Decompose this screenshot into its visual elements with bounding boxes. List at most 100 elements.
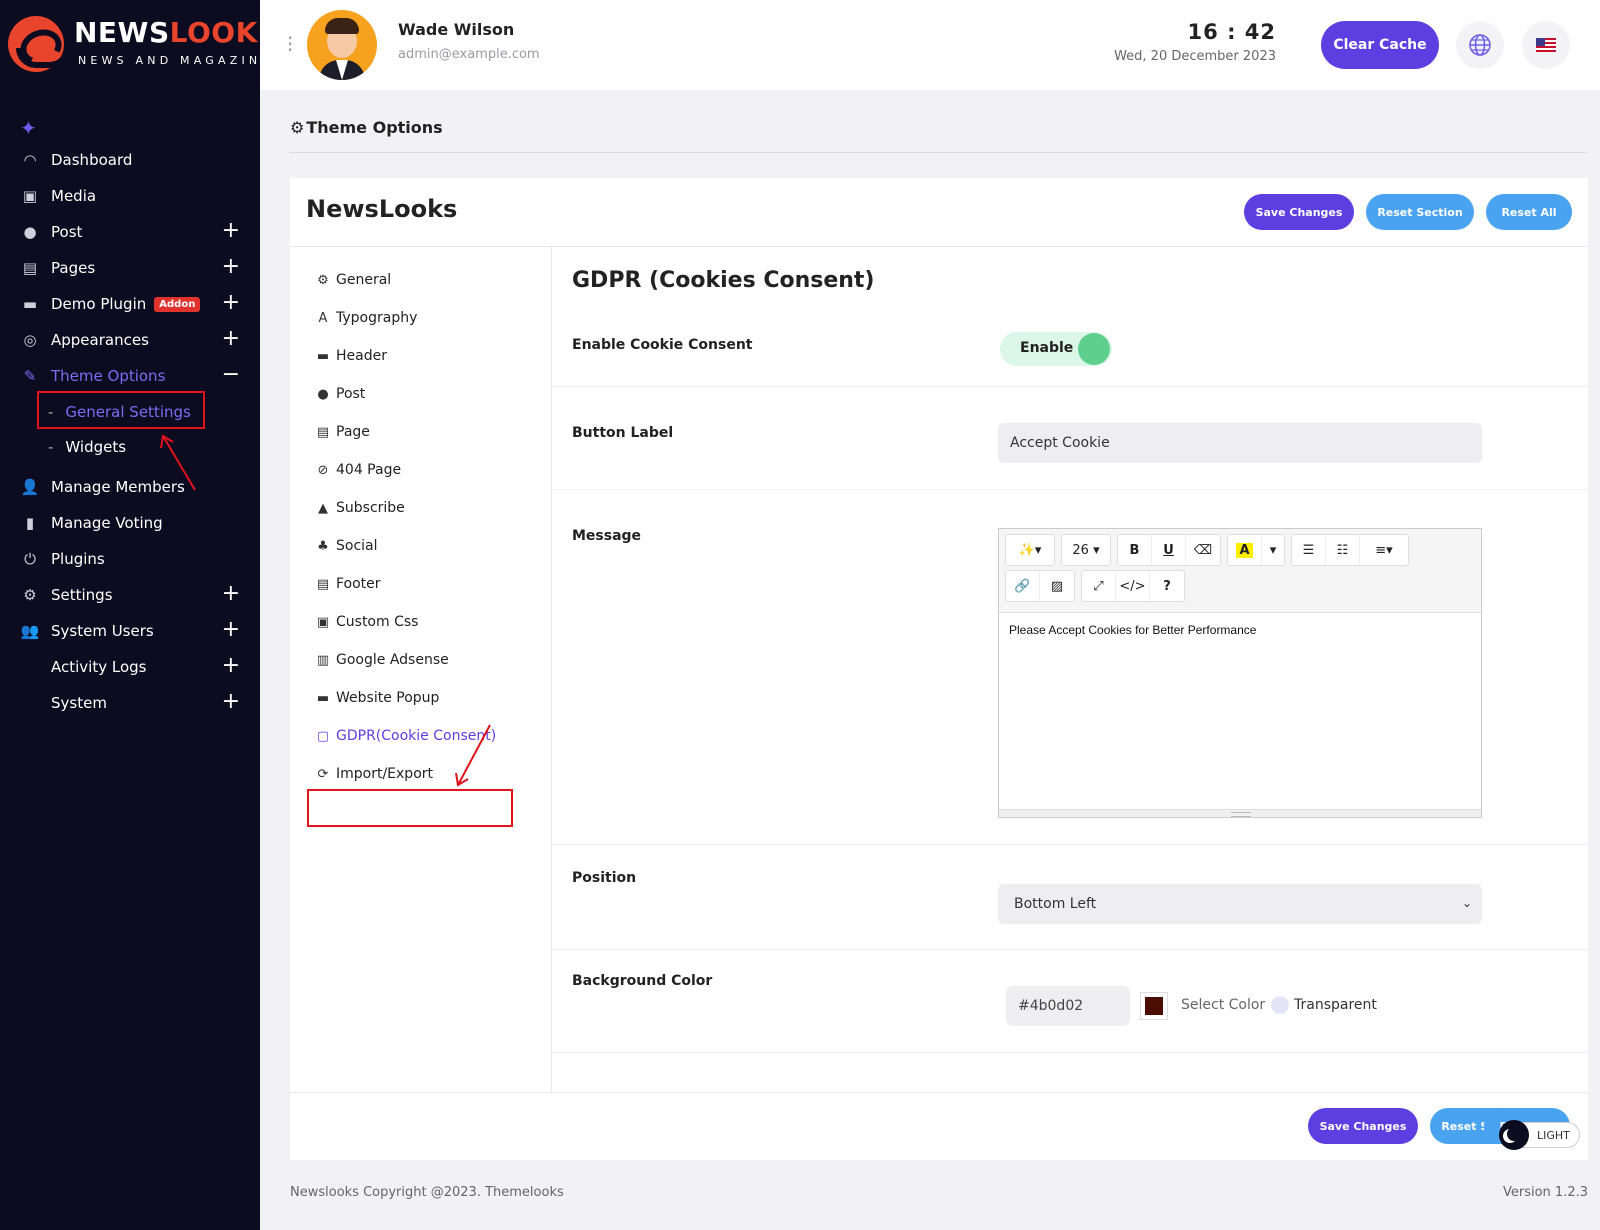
font-icon: A <box>318 310 328 326</box>
sidebar-item-settings[interactable]: ⚙ Settings + <box>0 577 260 613</box>
save-changes-button-bottom[interactable]: Save Changes <box>1308 1108 1418 1144</box>
save-changes-button[interactable]: Save Changes <box>1244 194 1354 230</box>
fullscreen-icon[interactable]: ⤢ <box>1082 571 1116 601</box>
underline-icon[interactable]: U <box>1152 535 1186 565</box>
section-post[interactable]: ● Post <box>290 375 551 413</box>
sidebar-item-appearances[interactable]: ◎ Appearances + <box>0 322 260 358</box>
bg-color-label: Background Color <box>572 973 713 989</box>
popup-icon: ▬ <box>316 690 330 706</box>
sidebar-item-manage-voting[interactable]: ▮ Manage Voting <box>0 505 260 541</box>
sidebar-item-plugins[interactable]: ⏻ Plugins <box>0 541 260 577</box>
sidebar-item-dashboard[interactable]: ◠ Dashboard <box>0 142 260 178</box>
color-swatch[interactable] <box>1140 992 1168 1020</box>
theme-mode-toggle[interactable]: LIGHT <box>1499 1120 1580 1150</box>
color-dropdown-icon[interactable]: ▾ <box>1262 535 1284 565</box>
section-404-page[interactable]: ⊘ 404 Page <box>290 451 551 489</box>
reset-section-button[interactable]: Reset Section <box>1366 194 1474 230</box>
transparent-radio[interactable] <box>1271 996 1289 1014</box>
numbered-list-icon[interactable]: ☷ <box>1326 535 1360 565</box>
appearance-icon: ◎ <box>23 331 37 349</box>
sync-icon: ⟳ <box>317 766 329 782</box>
highlight-box <box>37 391 205 429</box>
section-general[interactable]: ⚙ General <box>290 261 551 299</box>
align-dropdown-icon[interactable]: ≡▾ <box>1360 535 1408 565</box>
sidebar-item-media[interactable]: ▣ Media <box>0 178 260 214</box>
section-website-popup[interactable]: ▬ Website Popup <box>290 679 551 717</box>
section-header[interactable]: ▬ Header <box>290 337 551 375</box>
post-icon: ● <box>23 223 37 241</box>
expand-icon[interactable]: + <box>222 691 240 713</box>
section-import-export[interactable]: ⟳ Import/Export <box>290 755 551 793</box>
logo-mark-icon <box>8 16 70 72</box>
post-icon: ● <box>317 386 329 402</box>
style-magic-icon[interactable]: ✨▾ <box>1006 535 1054 565</box>
enable-cookie-toggle[interactable]: Enable <box>1000 332 1112 366</box>
power-icon: ⏻ <box>24 550 36 568</box>
bullet-list-icon[interactable]: ☰ <box>1292 535 1326 565</box>
clear-cache-button[interactable]: Clear Cache <box>1321 21 1439 69</box>
reset-all-button[interactable]: Reset All <box>1486 194 1572 230</box>
us-flag-icon <box>1536 38 1556 52</box>
sidebar-item-system[interactable]: System + <box>0 685 260 721</box>
expand-icon[interactable]: + <box>222 292 240 314</box>
message-label: Message <box>572 528 642 544</box>
code-view-icon[interactable]: </> <box>1116 571 1150 601</box>
plugin-icon: ▬ <box>22 295 38 313</box>
sidebar-item-theme-options[interactable]: ✎ Theme Options − <box>0 358 260 394</box>
addon-badge: Addon <box>154 296 201 312</box>
globe-icon <box>1469 34 1491 56</box>
annotation-arrow <box>160 434 196 491</box>
expand-icon[interactable]: + <box>222 220 240 242</box>
header-icon: ▬ <box>316 348 330 364</box>
globe-button[interactable] <box>1456 21 1504 69</box>
sidebar-item-manage-members[interactable]: 👤 Manage Members <box>0 469 260 505</box>
image-icon[interactable]: ▨ <box>1040 571 1074 601</box>
select-color-label[interactable]: Select Color <box>1181 997 1265 1013</box>
section-page[interactable]: ▤ Page <box>290 413 551 451</box>
font-size-dropdown[interactable]: 26 ▾ <box>1062 535 1110 565</box>
link-icon[interactable]: 🔗 <box>1006 571 1040 601</box>
sidebar-item-system-users[interactable]: 👥 System Users + <box>0 613 260 649</box>
message-editor-content[interactable]: Please Accept Cookies for Better Perform… <box>999 613 1481 809</box>
sidebar-item-demo-plugin[interactable]: ▬ Demo Plugin Addon + <box>0 286 260 322</box>
section-custom-css[interactable]: ▣ Custom Css <box>290 603 551 641</box>
section-gdpr[interactable]: ▢ GDPR(Cookie Consent) <box>290 717 551 755</box>
avatar[interactable] <box>307 10 377 80</box>
sidebar-item-post[interactable]: ● Post + <box>0 214 260 250</box>
topbar: · · · Wade Wilson admin@example.com 16 : 4… <box>260 0 1600 90</box>
pin-icon[interactable]: ✦ <box>20 116 37 140</box>
position-label: Position <box>572 870 637 886</box>
position-select[interactable]: Bottom Left ⌄ <box>998 884 1482 924</box>
bg-color-input[interactable]: #4b0d02 <box>1006 986 1130 1026</box>
section-footer[interactable]: ▤ Footer <box>290 565 551 603</box>
language-button[interactable] <box>1522 21 1570 69</box>
expand-icon[interactable]: + <box>222 619 240 641</box>
chart-icon: ▮ <box>25 514 35 532</box>
card-title: NewsLooks <box>306 195 458 223</box>
eraser-icon[interactable]: ⌫ <box>1186 535 1220 565</box>
help-icon[interactable]: ? <box>1150 571 1184 601</box>
expand-icon[interactable]: + <box>222 655 240 677</box>
bold-icon[interactable]: B <box>1118 535 1152 565</box>
sidebar-subitem-widgets[interactable]: - Widgets <box>0 429 260 464</box>
section-subscribe[interactable]: ▲ Subscribe <box>290 489 551 527</box>
brand-title: NEWSLOOKS <box>74 16 279 49</box>
section-google-adsense[interactable]: ▥ Google Adsense <box>290 641 551 679</box>
section-typography[interactable]: A Typography <box>290 299 551 337</box>
collapse-icon[interactable]: − <box>222 364 240 386</box>
expand-icon[interactable]: + <box>222 256 240 278</box>
sidebar-item-activity-logs[interactable]: Activity Logs + <box>0 649 260 685</box>
brand-logo[interactable]: NEWSLOOKS NEWS AND MAGAZINE <box>8 14 278 76</box>
sidebar-item-pages[interactable]: ▤ Pages + <box>0 250 260 286</box>
enable-cookie-label: Enable Cookie Consent <box>572 337 753 353</box>
highlight-color-icon[interactable]: A <box>1228 535 1262 565</box>
expand-icon[interactable]: + <box>222 583 240 605</box>
expand-icon[interactable]: + <box>222 328 240 350</box>
page-icon: ▤ <box>316 424 330 440</box>
kebab-menu-icon[interactable]: · · · <box>287 28 293 60</box>
editor-resize-handle[interactable] <box>999 809 1481 817</box>
footer-version: Version 1.2.3 <box>1502 1185 1588 1200</box>
user-name: Wade Wilson <box>398 20 515 39</box>
section-social[interactable]: ♣ Social <box>290 527 551 565</box>
button-label-input[interactable]: Accept Cookie <box>998 423 1482 463</box>
